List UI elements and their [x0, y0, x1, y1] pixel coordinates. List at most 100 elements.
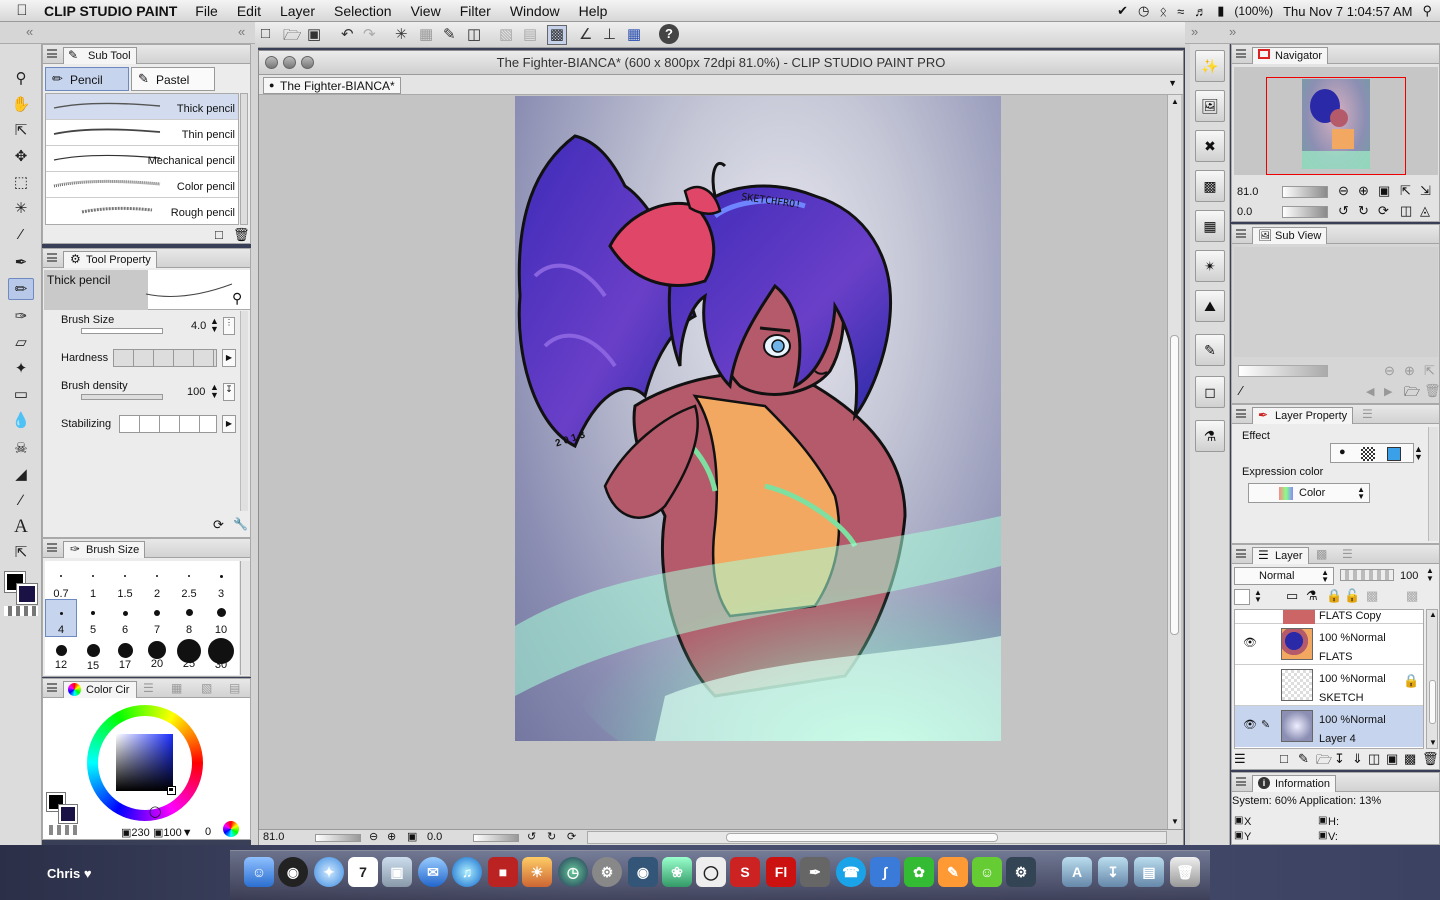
rotation-slider[interactable] [473, 834, 519, 842]
panel-grip-icon[interactable] [1236, 409, 1246, 418]
menu-window[interactable]: Window [510, 3, 560, 19]
rotate-left-icon[interactable]: ↺ [527, 830, 536, 843]
ruler-layer-icon[interactable]: ▩ [1406, 588, 1418, 604]
subtool-tab[interactable]: ✎ Sub Tool [63, 47, 137, 64]
scroll-down-icon[interactable]: ▼ [1171, 817, 1179, 826]
ink-app-icon[interactable]: ∫ [870, 857, 900, 887]
subtool-item-rough-pencil[interactable]: Rough pencil [46, 198, 238, 224]
layer-stack-icon[interactable]: ☰ [1234, 751, 1246, 767]
mask-layer-icon[interactable]: ▩ [1366, 588, 1378, 604]
size-cell-20[interactable]: 20 [141, 637, 173, 675]
intermediate-color-tab-icon[interactable]: ▦ [171, 681, 182, 695]
navigator-preview[interactable] [1234, 67, 1438, 175]
chat-app-icon[interactable]: ☺ [972, 857, 1002, 887]
layer-row-layer-4[interactable]: 👁 ✎ 100 %Normal Layer 4 [1235, 706, 1423, 747]
menu-file[interactable]: File [195, 3, 218, 19]
subview-tab[interactable]: 🖼 Sub View [1252, 227, 1328, 244]
size-cell-17[interactable]: 17 [109, 637, 141, 675]
steam-icon[interactable]: ⚙ [1006, 857, 1036, 887]
color-set-tab-icon[interactable]: ☰ [143, 681, 154, 695]
pencil-tool-icon[interactable]: ✏ [8, 278, 34, 300]
menu-edit[interactable]: Edit [237, 3, 261, 19]
right-collapse-bar[interactable]: » » [1185, 22, 1440, 44]
hardness-selector[interactable] [113, 349, 217, 367]
status-check-icon[interactable]: ✔ [1117, 3, 1128, 19]
layerprop-tab[interactable]: ✒ Layer Property [1252, 407, 1354, 424]
iphoto-icon[interactable]: ☀ [522, 857, 552, 887]
subview-prev-icon[interactable]: ◀ [1366, 385, 1374, 398]
border-effect-icon[interactable]: ● [1339, 446, 1346, 458]
scroll-down-icon[interactable]: ▼ [1429, 738, 1437, 747]
rotation-value[interactable]: 0.0 [427, 831, 442, 843]
draw-border-icon[interactable]: ▧ [499, 25, 513, 43]
material-frame-icon[interactable]: ▦ [1195, 210, 1225, 242]
new-vector-layer-icon[interactable]: ✎ [1298, 751, 1309, 767]
layer-mask-icon[interactable]: ▣ [1386, 751, 1398, 767]
brush-size-slider[interactable] [81, 328, 163, 334]
calendar-icon[interactable]: 7 [348, 857, 378, 887]
brush-density-slider[interactable] [81, 394, 163, 400]
nav-flip-vertical-icon[interactable]: ◬ [1420, 203, 1430, 219]
left-panel-collapse-bar[interactable]: « [42, 22, 255, 44]
expression-color-select[interactable]: Color ▲ ▼ [1248, 483, 1370, 503]
subview-next-icon[interactable]: ▶ [1384, 385, 1392, 398]
horizontal-scroll-thumb[interactable] [726, 833, 998, 842]
leaf-app-icon[interactable]: ✿ [904, 857, 934, 887]
panel-grip-icon[interactable] [1236, 49, 1246, 58]
brush-size-stepper-icon[interactable]: ▲ ▼ [210, 317, 219, 334]
brushsize-tab[interactable]: ✑ Brush Size [63, 541, 146, 558]
artwork-canvas[interactable]: SKETCHFRO! 2 0 1 3 [515, 96, 1001, 741]
lock-layer-icon[interactable]: 🔒 [1326, 588, 1342, 604]
canvas-horizontal-scrollbar[interactable] [587, 831, 1167, 844]
photo-booth-icon[interactable]: ■ [488, 857, 518, 887]
density-dynamics-icon[interactable]: ↧ [223, 383, 235, 401]
apple-icon[interactable]:  [0, 2, 44, 19]
brush-density-value[interactable]: 100 [187, 386, 205, 398]
layer-list-scrollbar[interactable]: ▲ ▼ [1426, 609, 1438, 749]
nav-fit-window-icon[interactable]: ⇲ [1420, 183, 1431, 199]
desktop-user-label[interactable]: Chris ♥ [47, 866, 92, 881]
time-machine-icon[interactable]: ◷ [1138, 3, 1149, 19]
delete-subtool-icon[interactable]: 🗑 [233, 227, 250, 243]
collapse-tools-icon[interactable]: « [26, 24, 33, 39]
panel-grip-icon[interactable] [47, 253, 57, 262]
move-layer-icon[interactable]: ✥ [8, 146, 34, 168]
text-tool-icon[interactable]: A [8, 516, 34, 538]
size-cell-4[interactable]: 4 [45, 599, 77, 637]
wifi-icon[interactable]: ≈ [1177, 4, 1184, 19]
transparent-swatch[interactable] [45, 825, 79, 835]
flash-icon[interactable]: Fl [766, 857, 796, 887]
menu-filter[interactable]: Filter [460, 3, 491, 19]
visibility-eye-icon[interactable]: 👁 [1243, 636, 1257, 649]
approximate-color-tab-icon[interactable]: ▧ [201, 681, 212, 695]
redo-icon[interactable]: ↷ [363, 25, 376, 43]
size-cell-7[interactable]: 7 [141, 599, 173, 637]
blend-tool-icon[interactable]: 💧 [8, 410, 34, 432]
eraser-tool-icon[interactable]: ▭ [8, 384, 34, 406]
photos-icon[interactable]: ▣ [382, 857, 412, 887]
decoration-tool-icon[interactable]: ✦ [8, 358, 34, 380]
delete-layer-icon[interactable]: 🗑 [1422, 751, 1439, 767]
nav-zoom-in-icon[interactable]: ⊕ [1358, 183, 1369, 199]
scroll-up-icon[interactable]: ▲ [1171, 97, 1179, 106]
clip-layer-icon[interactable]: ▭ [1286, 588, 1298, 604]
scroll-up-icon[interactable]: ▲ [1429, 610, 1437, 619]
subtool-item-thin-pencil[interactable]: Thin pencil [46, 120, 238, 146]
density-stepper-icon[interactable]: ▲ ▼ [210, 383, 219, 400]
trash-icon[interactable]: 🗑 [1170, 857, 1200, 887]
document-tab[interactable]: ● The Fighter-BIANCA* [263, 77, 401, 94]
wrench-icon[interactable]: 🔧 [233, 517, 248, 531]
new-subtool-icon[interactable]: □ [215, 227, 223, 242]
subview-fit-icon[interactable]: ⇱ [1424, 363, 1435, 379]
fill-tool-icon[interactable]: ☠ [8, 438, 34, 460]
nav-zoom-out-icon[interactable]: ⊖ [1338, 183, 1349, 199]
new-raster-layer-icon[interactable]: □ [1280, 751, 1288, 766]
material-brush-icon[interactable]: ✖ [1195, 130, 1225, 162]
fit-screen-icon[interactable]: ▣ [407, 830, 417, 843]
panel-grip-icon[interactable] [47, 49, 57, 58]
clear-selection-icon[interactable]: ✳ [395, 25, 408, 43]
subview-delete-icon[interactable]: 🗑 [1424, 383, 1440, 399]
brush-tool-icon[interactable]: ✑ [8, 306, 34, 328]
navigator-tab[interactable]: Navigator [1252, 47, 1329, 64]
colorcircle-tab[interactable]: Color Cir [63, 681, 137, 698]
